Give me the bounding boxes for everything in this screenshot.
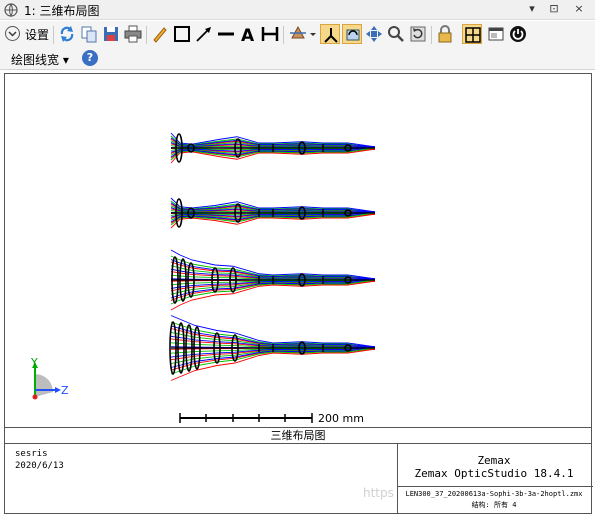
- help-icon[interactable]: ?: [82, 50, 98, 66]
- ray-path: [170, 249, 376, 280]
- configuration-info: 结构: 所有 4: [471, 501, 517, 509]
- z-axis-label: Z: [61, 384, 69, 397]
- line-icon[interactable]: [216, 24, 236, 44]
- print-icon[interactable]: [123, 24, 143, 44]
- reset-icon[interactable]: [408, 24, 428, 44]
- pan-icon[interactable]: [364, 24, 384, 44]
- plot-date: 2020/6/13: [15, 461, 64, 471]
- title-bar: 1: 三维布局图 ▾ ⊡ ×: [0, 0, 595, 20]
- toolbar-divider: [283, 26, 284, 44]
- pencil-icon[interactable]: [150, 24, 170, 44]
- ray-path: [170, 280, 376, 311]
- svg-text:A: A: [241, 26, 255, 44]
- zoom-icon[interactable]: [386, 24, 406, 44]
- window-icon[interactable]: [486, 24, 506, 44]
- rectangle-icon[interactable]: [172, 24, 192, 44]
- scale-label: 200 mm: [318, 412, 364, 425]
- rotate-view-icon[interactable]: [342, 24, 362, 44]
- axis-sector: [35, 374, 53, 397]
- y-axis-label: Y: [30, 356, 38, 369]
- copy-icon[interactable]: [79, 24, 99, 44]
- power-icon[interactable]: [508, 24, 528, 44]
- dimension-icon[interactable]: [260, 24, 280, 44]
- window-menu-button[interactable]: ▾: [525, 2, 539, 16]
- file-block: LEN300_37_20200613a-Sophi-3b-3a-2hoptl.z…: [399, 489, 589, 511]
- text-icon[interactable]: A: [238, 24, 258, 44]
- author-block: sesris 2020/6/13: [15, 448, 64, 472]
- settings-label: 设置: [25, 28, 50, 42]
- rotate-icon[interactable]: [288, 24, 318, 44]
- window-float-button[interactable]: ⊡: [547, 2, 561, 16]
- toolbar-divider: [146, 26, 147, 44]
- lock-icon[interactable]: [435, 24, 455, 44]
- axis-indicator: Y Z: [30, 356, 69, 400]
- axis-icon[interactable]: [320, 24, 340, 44]
- refresh-icon[interactable]: [57, 24, 77, 44]
- secondary-toolbar: 绘图线宽 ▾ ?: [0, 48, 595, 70]
- window-close-button[interactable]: ×: [572, 2, 586, 16]
- file-name: LEN300_37_20200613a-Sophi-3b-3a-2hoptl.z…: [405, 490, 583, 498]
- vendor-name: Zemax: [477, 454, 511, 467]
- origin-dot: [32, 394, 38, 400]
- footer-divider: [397, 444, 398, 514]
- lens-systems: [169, 132, 376, 381]
- plot-caption: 三维布局图: [5, 428, 591, 444]
- app-icon: [3, 2, 19, 18]
- toolbar-divider: [431, 26, 432, 44]
- author-name: sesris: [15, 449, 48, 459]
- layout-plot: Y Z 200 mm: [30, 132, 376, 425]
- window-title: 1: 三维布局图: [24, 4, 100, 18]
- scale-bar: 200 mm: [179, 412, 364, 425]
- save-icon[interactable]: [101, 24, 121, 44]
- arrow-icon[interactable]: [194, 24, 214, 44]
- chevron-down-icon: [5, 26, 20, 41]
- line-width-dropdown[interactable]: 绘图线宽 ▾: [11, 51, 69, 68]
- layout-plot-area[interactable]: Y Z 200 mm: [4, 73, 592, 428]
- fit-icon[interactable]: [462, 24, 482, 44]
- watermark: https: [363, 486, 394, 500]
- toolbar-divider: [53, 26, 54, 44]
- software-block: Zemax Zemax OpticStudio 18.4.1: [399, 454, 589, 480]
- footer-divider: [397, 486, 593, 487]
- plot-footer: 三维布局图 sesris 2020/6/13 Zemax Zemax Optic…: [4, 428, 593, 514]
- software-version: Zemax OpticStudio 18.4.1: [414, 467, 574, 480]
